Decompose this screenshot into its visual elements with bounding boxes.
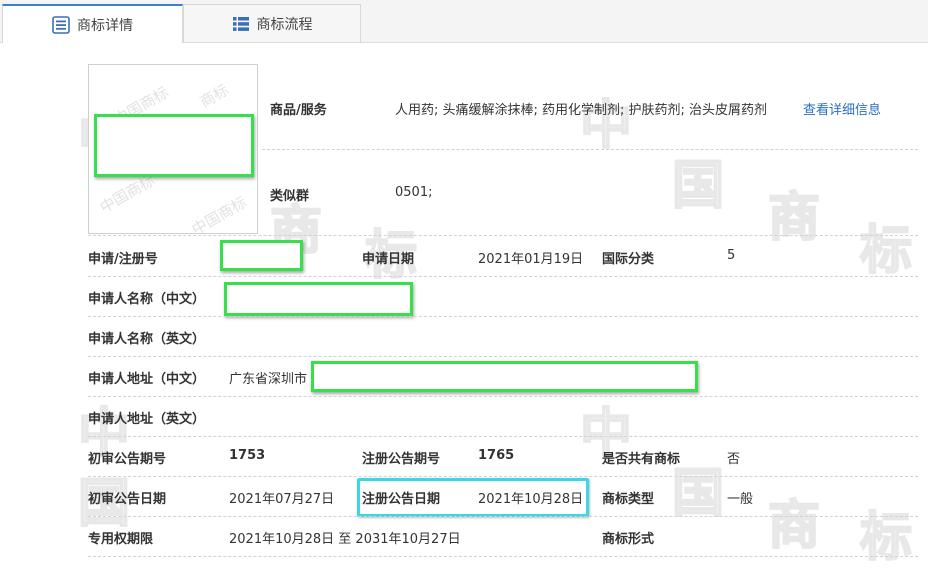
watermark-char: 国 [671,155,725,216]
row-divider [88,356,918,357]
row-divider [88,276,918,277]
watermark-char: 商 [767,187,821,248]
row-divider [88,516,918,517]
prelim-date-value: 2021年07月27日 [229,492,335,507]
trademark-type-value: 一般 [727,492,754,507]
highlight-box [357,478,589,517]
row-divider [88,476,918,477]
redacted-trademark-image [94,114,254,177]
detail-list-icon [52,15,70,34]
similar-group-value: 0501; [395,185,433,200]
goods-services-label: 商品/服务 [270,103,327,118]
row-divider [262,149,918,150]
applicant-address-cn-value: 广东省深圳市 [229,372,308,387]
redacted-registration-number [220,240,303,271]
watermark-char: 标 [859,220,913,281]
right-period-label: 专用权期限 [88,532,154,547]
intl-class-value: 5 [727,248,736,263]
tab-trademark-flow[interactable]: 商标流程 [183,4,361,42]
row-divider [88,556,918,557]
applicant-address-en-label: 申请人地址（英文） [88,412,206,427]
goods-services-value: 人用药; 头痛缓解涂抹棒; 药用化学制剂; 护肤药剂; 治头皮屑药剂 [395,103,768,118]
registration-number-label: 申请/注册号 [88,252,158,267]
tab-trademark-detail[interactable]: 商标详情 [2,4,183,43]
right-period-value: 2021年10月28日 至 2031年10月27日 [229,532,461,547]
apply-date-value: 2021年01月19日 [478,252,584,267]
trademark-type-label: 商标类型 [602,492,655,507]
redacted-applicant-address [311,361,698,392]
applicant-address-cn-label: 申请人地址（中文） [88,372,206,387]
thumb-watermark-text: 中国商标 [188,193,250,234]
thumb-watermark-text: 商标 [196,80,232,112]
watermark-char: 商 [767,495,821,556]
shared-trademark-label: 是否共有商标 [602,452,681,467]
trademark-form-label: 商标形式 [602,532,655,547]
row-divider [88,235,918,236]
prelim-issue-value: 1753 [229,448,266,463]
tab-bar: 商标详情 商标流程 [0,0,928,43]
shared-trademark-value: 否 [727,452,741,467]
row-divider [88,436,918,437]
intl-class-label: 国际分类 [602,252,655,267]
applicant-name-en-label: 申请人名称（英文） [88,332,206,347]
flow-list-icon [232,16,249,31]
row-divider [88,316,918,317]
tab-label: 商标流程 [256,16,313,33]
row-divider [88,396,918,397]
prelim-date-label: 初审公告日期 [88,492,167,507]
view-details-link[interactable]: 查看详细信息 [803,99,881,118]
redacted-applicant-name [224,282,413,316]
applicant-name-cn-label: 申请人名称（中文） [88,292,206,307]
similar-group-label: 类似群 [270,189,310,204]
reg-issue-label: 注册公告期号 [362,452,441,467]
tab-label: 商标详情 [77,17,133,34]
reg-issue-value: 1765 [478,448,515,463]
apply-date-label: 申请日期 [362,252,415,267]
prelim-issue-label: 初审公告期号 [88,452,167,467]
